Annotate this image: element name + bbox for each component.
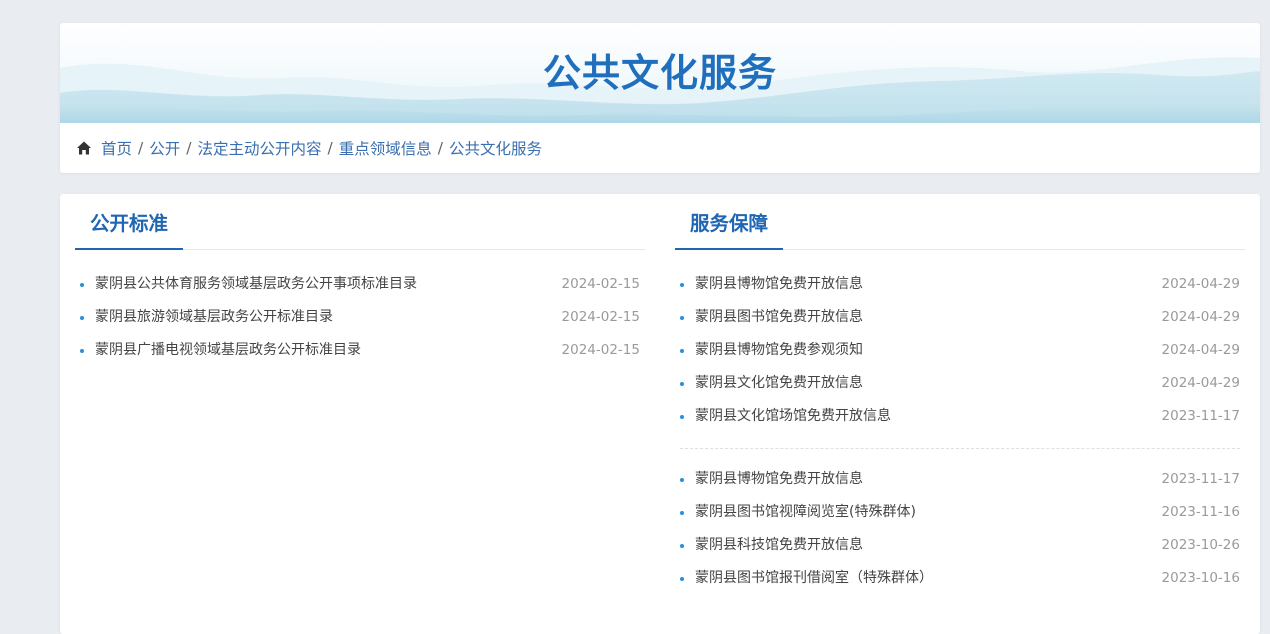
bullet-icon: [680, 511, 684, 515]
item-date: 2024-04-29: [1161, 375, 1240, 391]
list-item[interactable]: 蒙阴县公共体育服务领域基层政务公开事项标准目录 2024-02-15: [75, 268, 645, 301]
section-header: 公开标准: [75, 194, 645, 250]
bullet-icon: [680, 415, 684, 419]
list-item[interactable]: 蒙阴县图书馆视障阅览室(特殊群体) 2023-11-16: [675, 496, 1245, 529]
list-item[interactable]: 蒙阴县博物馆免费开放信息 2023-11-17: [675, 463, 1245, 496]
breadcrumb-public-link[interactable]: 公开: [149, 137, 180, 159]
item-date: 2024-04-29: [1161, 309, 1240, 325]
breadcrumb-separator: /: [437, 139, 443, 157]
list-divider: [680, 448, 1240, 449]
bullet-icon: [80, 349, 84, 353]
list-item[interactable]: 蒙阴县科技馆免费开放信息 2023-10-26: [675, 529, 1245, 562]
tab-public-standards[interactable]: 公开标准: [75, 193, 184, 250]
item-title-link[interactable]: 蒙阴县博物馆免费开放信息: [695, 463, 863, 496]
list-item[interactable]: 蒙阴县旅游领域基层政务公开标准目录 2024-02-15: [75, 301, 645, 334]
list-item[interactable]: 蒙阴县图书馆免费开放信息 2024-04-29: [675, 301, 1245, 334]
list-item[interactable]: 蒙阴县博物馆免费参观须知 2024-04-29: [675, 334, 1245, 367]
item-date: 2024-04-29: [1161, 342, 1240, 358]
bullet-icon: [80, 316, 84, 320]
item-date: 2023-11-17: [1161, 408, 1240, 424]
page-title: 公共文化服务: [542, 51, 777, 95]
content-card: 公开标准 蒙阴县公共体育服务领域基层政务公开事项标准目录 2024-02-15 …: [60, 194, 1260, 634]
item-title-link[interactable]: 蒙阴县科技馆免费开放信息: [695, 529, 863, 562]
list-item[interactable]: 蒙阴县博物馆免费开放信息 2024-04-29: [675, 268, 1245, 301]
breadcrumb-separator: /: [138, 139, 144, 157]
home-icon[interactable]: [76, 140, 92, 156]
list-item[interactable]: 蒙阴县文化馆场馆免费开放信息 2023-11-17: [675, 400, 1245, 433]
breadcrumb: 首页 / 公开 / 法定主动公开内容 / 重点领域信息 / 公共文化服务: [76, 123, 542, 173]
list-item[interactable]: 蒙阴县广播电视领域基层政务公开标准目录 2024-02-15: [75, 334, 645, 367]
item-title-link[interactable]: 蒙阴县图书馆视障阅览室(特殊群体): [695, 496, 916, 529]
section-header: 服务保障: [675, 194, 1245, 250]
item-title-link[interactable]: 蒙阴县图书馆免费开放信息: [695, 301, 863, 334]
item-title-link[interactable]: 蒙阴县博物馆免费参观须知: [695, 334, 863, 367]
bullet-icon: [80, 283, 84, 287]
bullet-icon: [680, 283, 684, 287]
bullet-icon: [680, 544, 684, 548]
tab-service-guarantee[interactable]: 服务保障: [675, 193, 784, 250]
item-date: 2023-10-16: [1161, 570, 1240, 586]
list-item[interactable]: 蒙阴县图书馆报刊借阅室（特殊群体） 2023-10-16: [675, 562, 1245, 595]
item-title-link[interactable]: 蒙阴县文化馆场馆免费开放信息: [695, 400, 891, 433]
bullet-icon: [680, 382, 684, 386]
breadcrumb-home-link[interactable]: 首页: [101, 137, 132, 159]
breadcrumb-current-link[interactable]: 公共文化服务: [449, 137, 542, 159]
banner: 公共文化服务: [60, 23, 1260, 123]
breadcrumb-separator: /: [327, 139, 333, 157]
breadcrumb-key-areas-link[interactable]: 重点领域信息: [339, 137, 432, 159]
item-title-link[interactable]: 蒙阴县文化馆免费开放信息: [695, 367, 863, 400]
public-standards-section: 公开标准 蒙阴县公共体育服务领域基层政务公开事项标准目录 2024-02-15 …: [75, 194, 645, 358]
item-title-link[interactable]: 蒙阴县图书馆报刊借阅室（特殊群体）: [695, 562, 933, 595]
item-title-link[interactable]: 蒙阴县广播电视领域基层政务公开标准目录: [95, 334, 361, 367]
item-title-link[interactable]: 蒙阴县博物馆免费开放信息: [695, 268, 863, 301]
item-date: 2023-11-17: [1161, 471, 1240, 487]
service-guarantee-section: 服务保障 蒙阴县博物馆免费开放信息 2024-04-29 蒙阴县图书馆免费开放信…: [675, 194, 1245, 586]
item-date: 2024-02-15: [561, 309, 640, 325]
service-guarantee-list-2: 蒙阴县博物馆免费开放信息 2023-11-17 蒙阴县图书馆视障阅览室(特殊群体…: [675, 463, 1245, 595]
service-guarantee-list-1: 蒙阴县博物馆免费开放信息 2024-04-29 蒙阴县图书馆免费开放信息 202…: [675, 268, 1245, 433]
item-date: 2024-02-15: [561, 342, 640, 358]
bullet-icon: [680, 316, 684, 320]
bullet-icon: [680, 349, 684, 353]
item-date: 2023-10-26: [1161, 537, 1240, 553]
item-title-link[interactable]: 蒙阴县公共体育服务领域基层政务公开事项标准目录: [95, 268, 417, 301]
item-date: 2024-04-29: [1161, 276, 1240, 292]
bullet-icon: [680, 478, 684, 482]
breadcrumb-separator: /: [186, 139, 192, 157]
item-title-link[interactable]: 蒙阴县旅游领域基层政务公开标准目录: [95, 301, 333, 334]
header-card: 公共文化服务 首页 / 公开 / 法定主动公开内容 / 重点领域信息 / 公共文…: [60, 23, 1260, 173]
bullet-icon: [680, 577, 684, 581]
breadcrumb-statutory-link[interactable]: 法定主动公开内容: [198, 137, 322, 159]
public-standards-list: 蒙阴县公共体育服务领域基层政务公开事项标准目录 2024-02-15 蒙阴县旅游…: [75, 268, 645, 367]
item-date: 2023-11-16: [1161, 504, 1240, 520]
item-date: 2024-02-15: [561, 276, 640, 292]
list-item[interactable]: 蒙阴县文化馆免费开放信息 2024-04-29: [675, 367, 1245, 400]
